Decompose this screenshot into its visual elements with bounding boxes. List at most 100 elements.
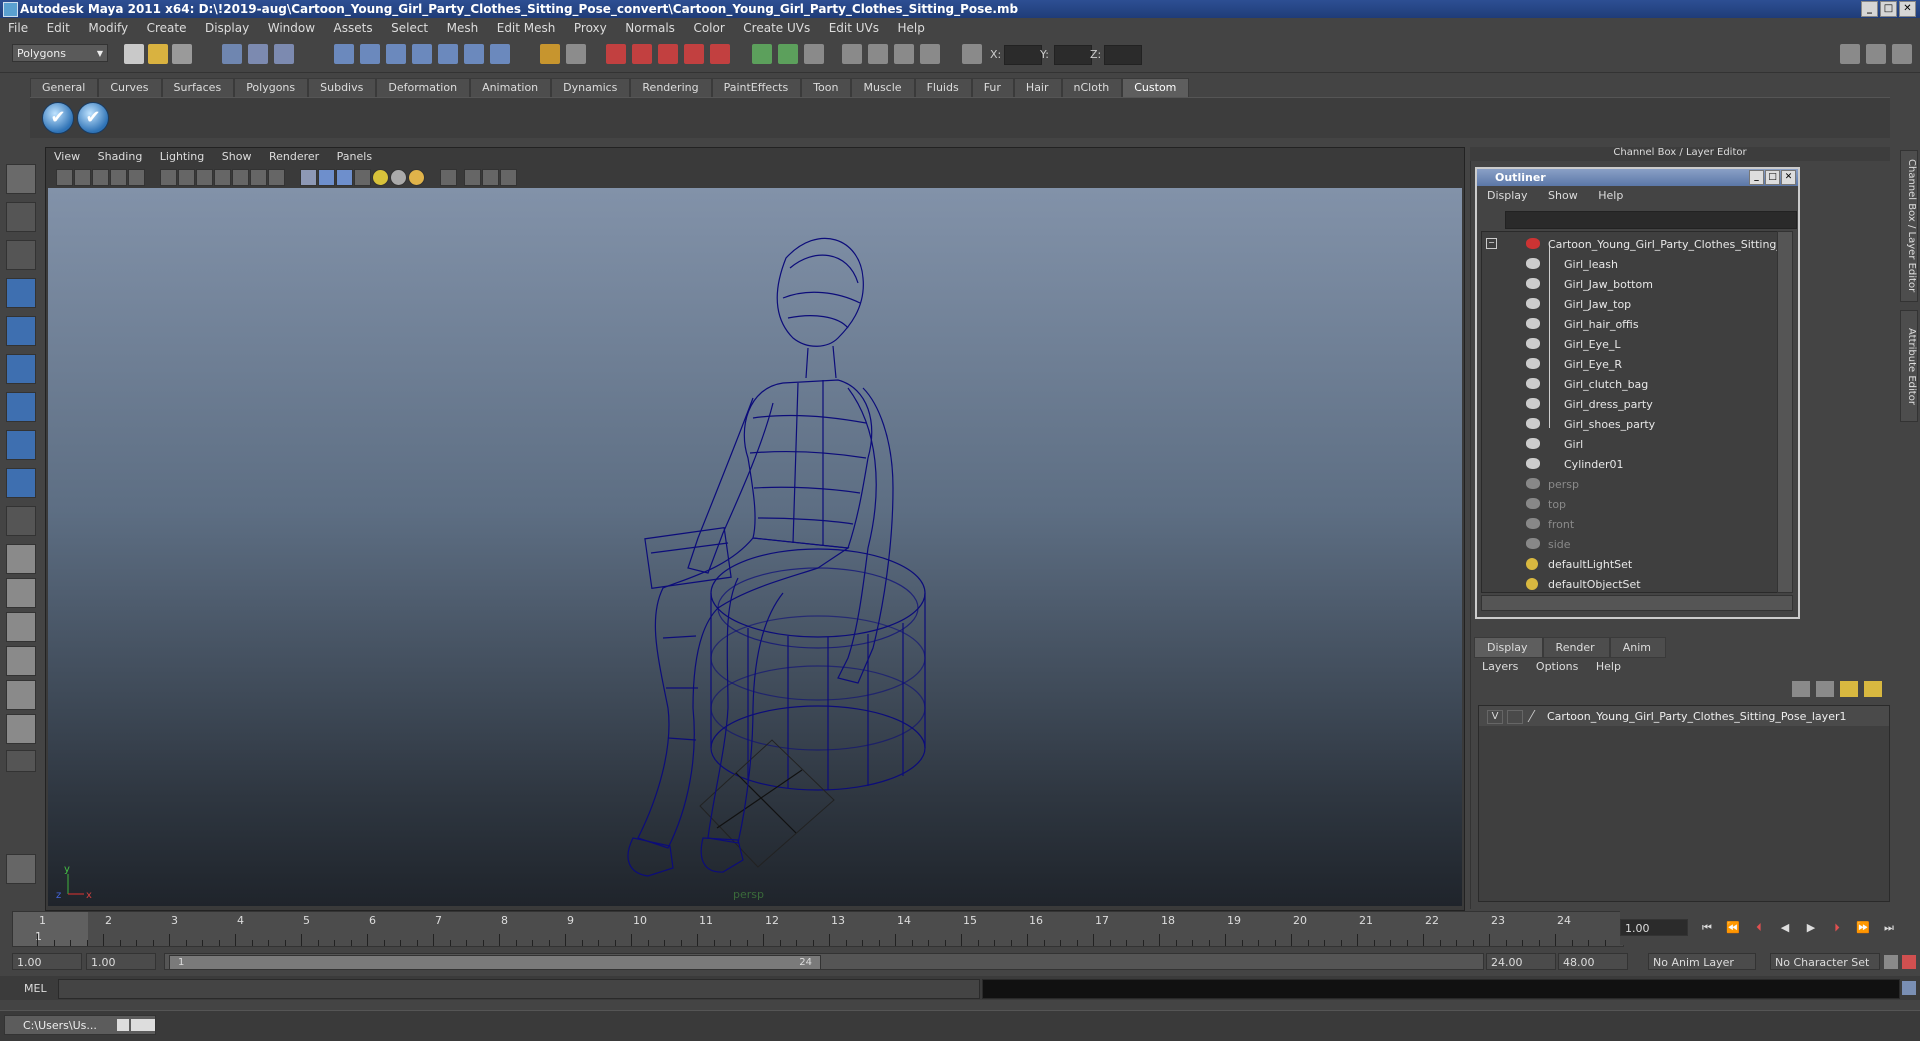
shelf-tab-rendering[interactable]: Rendering: [630, 78, 712, 97]
snap-grid-icon[interactable]: [334, 44, 354, 64]
outliner-item[interactable]: Girl_leash: [1482, 254, 1777, 274]
render-icon[interactable]: [632, 44, 652, 64]
checkmark-icon[interactable]: ✔: [77, 102, 109, 134]
command-input[interactable]: [58, 979, 980, 999]
shelf-tab-painteffects[interactable]: PaintEffects: [711, 78, 802, 97]
layer-menu-options[interactable]: Options: [1528, 657, 1584, 673]
camera-select-icon[interactable]: [56, 169, 73, 186]
select-object-icon[interactable]: [248, 44, 268, 64]
new-scene-icon[interactable]: [124, 44, 144, 64]
range-bar[interactable]: 1 24: [164, 953, 1484, 970]
shelf-tab-muscle[interactable]: Muscle: [851, 78, 915, 97]
playback-start-field[interactable]: 1.00: [86, 953, 156, 970]
hand-tool-icon[interactable]: [6, 854, 36, 884]
layer-editor-toggle-icon[interactable]: [868, 44, 888, 64]
shelf-tab-toon[interactable]: Toon: [801, 78, 852, 97]
rotate-tool-icon[interactable]: [6, 316, 36, 346]
layer-visibility-toggle[interactable]: V: [1487, 710, 1503, 724]
start-time-field[interactable]: 1.00: [12, 953, 82, 970]
layer-row[interactable]: V Cartoon_Young_Girl_Party_Clothes_Sitti…: [1479, 706, 1889, 726]
xray-icon[interactable]: [464, 169, 481, 186]
attribute-editor-toggle-icon[interactable]: [778, 44, 798, 64]
soft-modification-tool-icon[interactable]: [6, 430, 36, 460]
layer-display-type-toggle[interactable]: [1507, 710, 1523, 724]
current-time-field[interactable]: 1.00: [1620, 919, 1688, 936]
outliner-horizontal-scrollbar[interactable]: [1481, 595, 1793, 611]
layer-tab-display[interactable]: Display: [1474, 637, 1543, 658]
shelf-tab-animation[interactable]: Animation: [470, 78, 552, 97]
safe-action-icon[interactable]: [250, 169, 267, 186]
channel-box-side-tab[interactable]: Channel Box / Layer Editor: [1900, 150, 1918, 302]
isolate-select-icon[interactable]: [440, 169, 457, 186]
construction-history-icon[interactable]: [606, 44, 626, 64]
safe-title-icon[interactable]: [268, 169, 285, 186]
outliner-filter-field[interactable]: [1505, 211, 1797, 229]
vp-menu-view[interactable]: View: [48, 148, 88, 163]
collapse-icon[interactable]: −: [1486, 238, 1497, 249]
auto-key-icon[interactable]: [1884, 955, 1898, 969]
layer-menu-layers[interactable]: Layers: [1474, 657, 1524, 673]
show-manipulator-tool-icon[interactable]: [6, 468, 36, 498]
outliner-close-button[interactable]: ✕: [1781, 170, 1796, 185]
play-forwards-icon[interactable]: ▶: [1804, 922, 1818, 934]
menu-mesh[interactable]: Mesh: [439, 18, 486, 35]
outliner-item[interactable]: Girl_clutch_bag: [1482, 374, 1777, 394]
outliner-minimize-button[interactable]: _: [1749, 170, 1764, 185]
two-d-pan-icon[interactable]: [128, 169, 145, 186]
step-forward-key-icon[interactable]: ⏵: [1830, 922, 1844, 934]
outliner-menu-show[interactable]: Show: [1538, 187, 1585, 202]
layer-menu-help[interactable]: Help: [1588, 657, 1627, 673]
layer-color-swatch-icon[interactable]: [1527, 710, 1546, 722]
lock-icon[interactable]: [540, 44, 560, 64]
shelf-tab-polygons[interactable]: Polygons: [234, 78, 309, 97]
shelf-tab-hair[interactable]: Hair: [1013, 78, 1062, 97]
tool-settings-icon[interactable]: [804, 44, 824, 64]
save-scene-icon[interactable]: [172, 44, 192, 64]
layer-tab-render[interactable]: Render: [1542, 637, 1610, 658]
menu-window[interactable]: Window: [260, 18, 322, 35]
shelf-tab-surfaces[interactable]: Surfaces: [161, 78, 235, 97]
paint-select-tool-icon[interactable]: [6, 240, 36, 270]
layout-options-icon[interactable]: [6, 750, 36, 772]
character-set-dropdown[interactable]: No Character Set: [1770, 953, 1880, 970]
select-hierarchy-icon[interactable]: [222, 44, 242, 64]
history-icon[interactable]: [464, 44, 484, 64]
hypershade-icon[interactable]: [710, 44, 730, 64]
menu-proxy[interactable]: Proxy: [566, 18, 614, 35]
step-forward-icon[interactable]: ⏩: [1856, 922, 1870, 934]
coord-z-field[interactable]: [1104, 45, 1142, 65]
outliner-item[interactable]: Girl_hair_offis: [1482, 314, 1777, 334]
layer-list[interactable]: V Cartoon_Young_Girl_Party_Clothes_Sitti…: [1478, 705, 1890, 902]
xray-joints-icon[interactable]: [482, 169, 499, 186]
outliner-item[interactable]: − Cartoon_Young_Girl_Party_Clothes_Sitti…: [1482, 234, 1777, 254]
outliner-item[interactable]: Girl: [1482, 434, 1777, 454]
vp-menu-shading[interactable]: Shading: [92, 148, 151, 163]
single-perspective-layout-icon[interactable]: [6, 544, 36, 574]
outliner-item[interactable]: persp: [1482, 474, 1777, 494]
snap-curve-icon[interactable]: [360, 44, 380, 64]
hypergraph-icon[interactable]: [920, 44, 940, 64]
outliner-item[interactable]: Girl_dress_party: [1482, 394, 1777, 414]
render-settings-icon[interactable]: [684, 44, 704, 64]
make-live-icon[interactable]: [438, 44, 458, 64]
film-gate-icon[interactable]: [178, 169, 195, 186]
panel-toggle-icon[interactable]: [1866, 44, 1886, 64]
outliner-maximize-button[interactable]: □: [1765, 170, 1780, 185]
menu-edit-mesh[interactable]: Edit Mesh: [489, 18, 563, 35]
anim-layer-dropdown[interactable]: No Anim Layer: [1648, 953, 1756, 970]
snap-point-icon[interactable]: [386, 44, 406, 64]
menu-assets[interactable]: Assets: [326, 18, 380, 35]
outliner-item[interactable]: Girl_Jaw_top: [1482, 294, 1777, 314]
coord-x-field[interactable]: [1004, 45, 1042, 65]
image-plane-icon[interactable]: [110, 169, 127, 186]
shelf-tab-fur[interactable]: Fur: [971, 78, 1014, 97]
script-editor-icon[interactable]: [1902, 981, 1916, 995]
menu-color[interactable]: Color: [685, 18, 731, 35]
shelf-tab-curves[interactable]: Curves: [98, 78, 162, 97]
vp-menu-panels[interactable]: Panels: [331, 148, 380, 163]
use-default-lighting-icon[interactable]: [372, 169, 389, 186]
outliner-item[interactable]: defaultLightSet: [1482, 554, 1777, 574]
gate-mask-icon[interactable]: [214, 169, 231, 186]
show-hide-icon[interactable]: [752, 44, 772, 64]
menu-edit-uvs[interactable]: Edit UVs: [821, 18, 886, 35]
